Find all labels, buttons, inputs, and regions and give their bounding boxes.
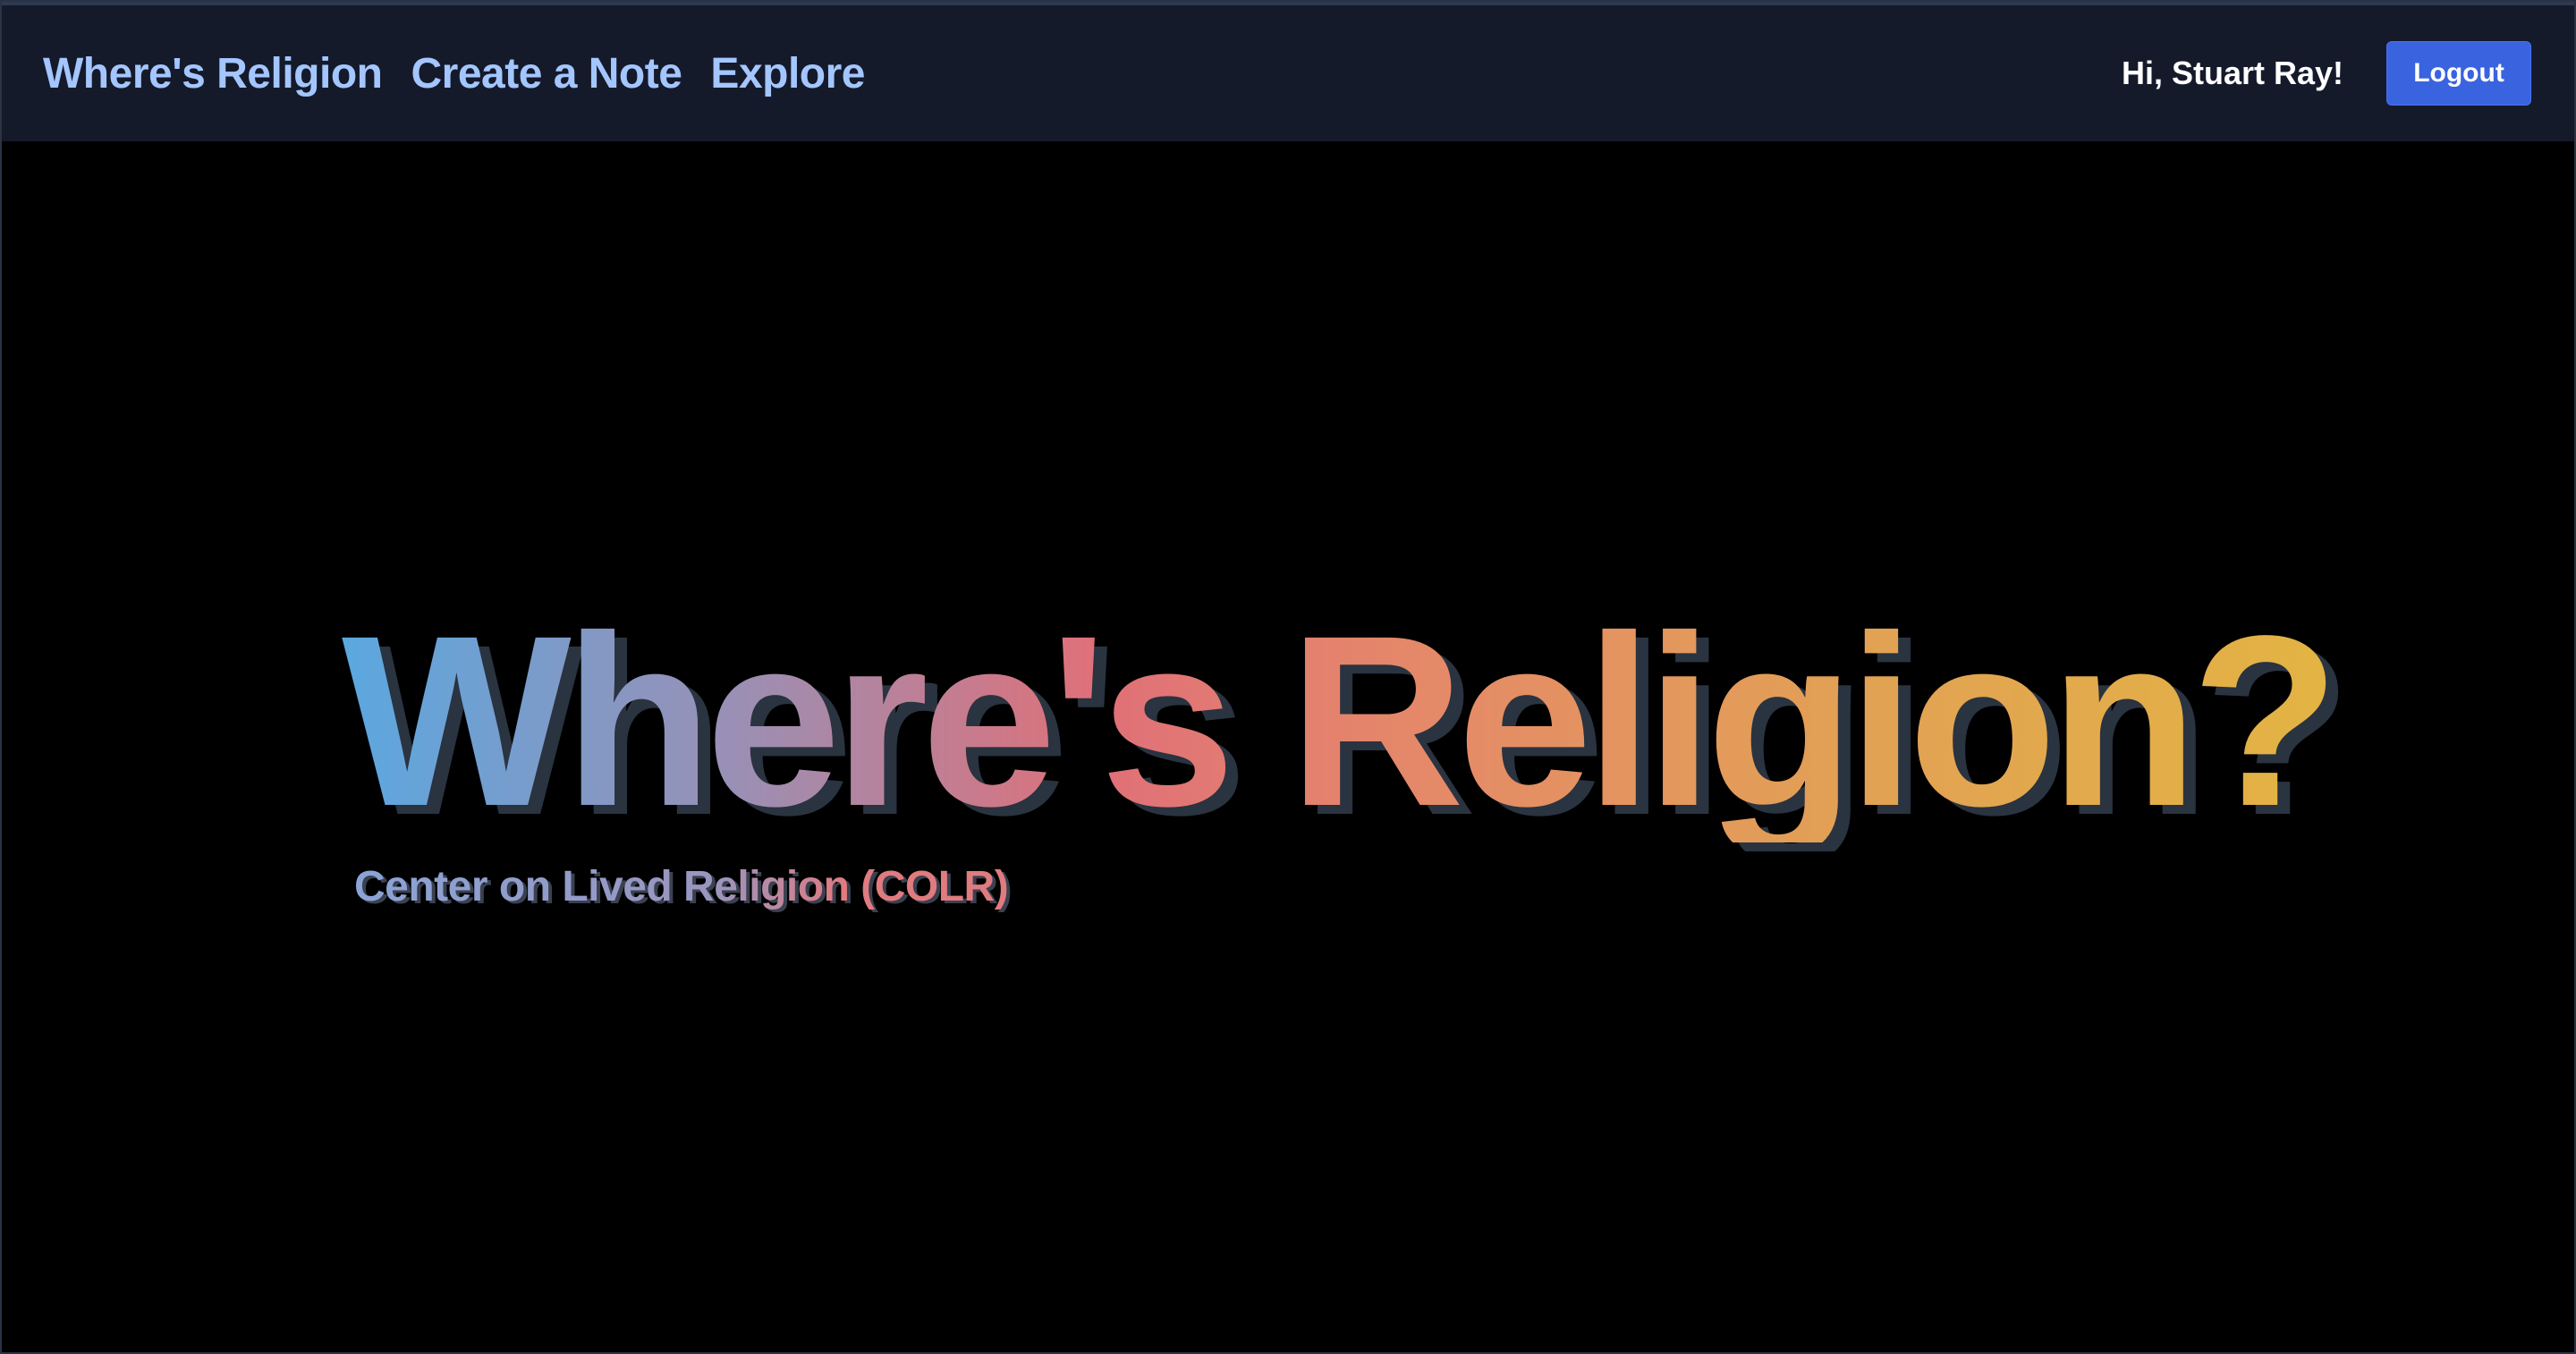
nav-create-note-link[interactable]: Create a Note xyxy=(411,49,682,98)
app-window: Where's Religion Create a Note Explore H… xyxy=(0,0,2576,1354)
nav-explore-link[interactable]: Explore xyxy=(710,49,865,98)
hero-title: Where's Religion? xyxy=(342,585,2340,857)
logout-button[interactable]: Logout xyxy=(2386,41,2531,106)
hero-subtitle: Center on Lived Religion (COLR) xyxy=(354,863,1009,910)
user-area: Hi, Stuart Ray! Logout xyxy=(2122,41,2531,106)
main-nav: Where's Religion Create a Note Explore xyxy=(43,49,865,98)
user-greeting: Hi, Stuart Ray! xyxy=(2121,55,2343,91)
hero-section: Where's Religion? Center on Lived Religi… xyxy=(342,585,2340,911)
brand-link[interactable]: Where's Religion xyxy=(43,49,383,98)
top-navbar: Where's Religion Create a Note Explore H… xyxy=(2,2,2574,141)
